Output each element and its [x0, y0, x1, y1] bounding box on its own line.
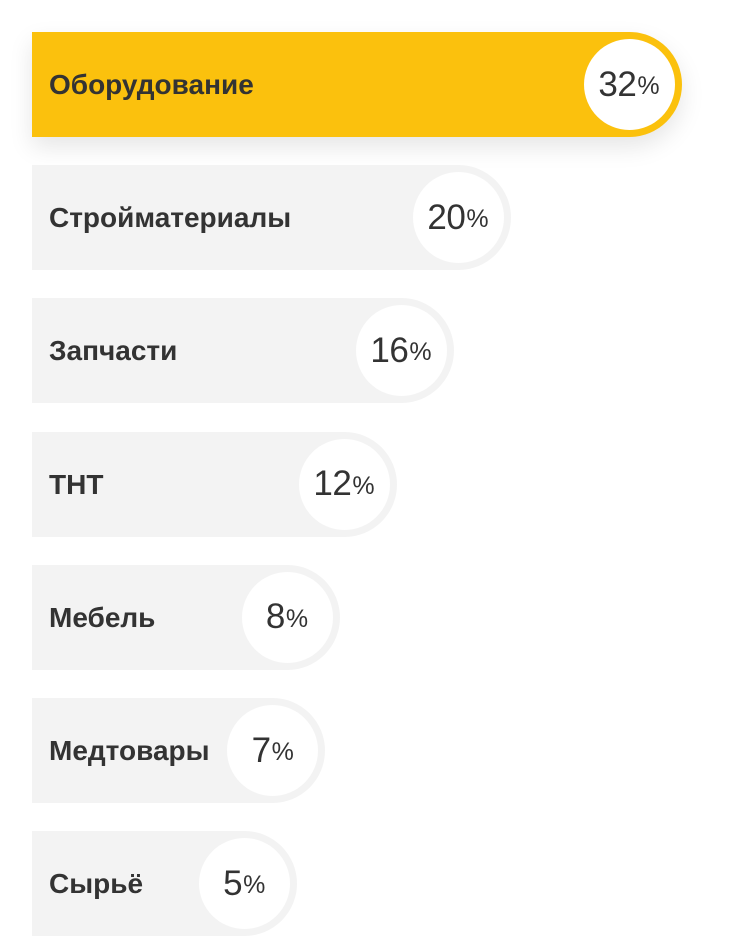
value-badge: 8%	[241, 571, 333, 663]
value-label: 8	[265, 597, 285, 637]
bar-0: Оборудование 32%	[32, 32, 682, 137]
bar-label: Запчасти	[49, 335, 178, 367]
value-label: 12	[313, 464, 352, 504]
bar-chart: Оборудование 32% Стройматериалы 20% Запчасти…	[0, 0, 742, 936]
value-label: 5	[223, 863, 243, 903]
value-badge: 5%	[198, 838, 290, 930]
value-label: 20	[427, 197, 466, 237]
percent-sign: %	[637, 72, 660, 100]
bar-label: Стройматериалы	[49, 202, 292, 234]
value-label: 7	[251, 730, 271, 770]
percent-sign: %	[352, 471, 375, 500]
bar-2: Запчасти 16%	[32, 298, 454, 404]
percent-sign: %	[285, 604, 309, 633]
bar-6: Сырьё 5%	[32, 831, 297, 936]
value-label: 16	[370, 330, 409, 370]
bar-3: ТНТ 12%	[32, 431, 397, 537]
bar-label: ТНТ	[49, 468, 104, 500]
percent-sign: %	[243, 871, 266, 900]
value-badge: 16%	[355, 305, 447, 397]
value-label: 32	[598, 64, 637, 104]
bar-label: Медтовары	[49, 735, 210, 766]
bar-1: Стройматериалы 20%	[32, 165, 511, 271]
bar-label: Сырьё	[49, 868, 144, 900]
percent-sign: %	[466, 205, 489, 234]
value-badge: 32%	[583, 39, 675, 130]
value-badge: 12%	[298, 438, 390, 530]
bar-5: Медтовары 7%	[32, 698, 326, 803]
value-badge: 20%	[412, 172, 504, 264]
percent-sign: %	[271, 738, 294, 766]
bar-4: Мебель 8%	[32, 564, 340, 670]
value-badge: 7%	[227, 705, 319, 796]
percent-sign: %	[409, 338, 432, 367]
bar-label: Мебель	[49, 601, 156, 633]
bar-label: Оборудование	[49, 69, 254, 100]
